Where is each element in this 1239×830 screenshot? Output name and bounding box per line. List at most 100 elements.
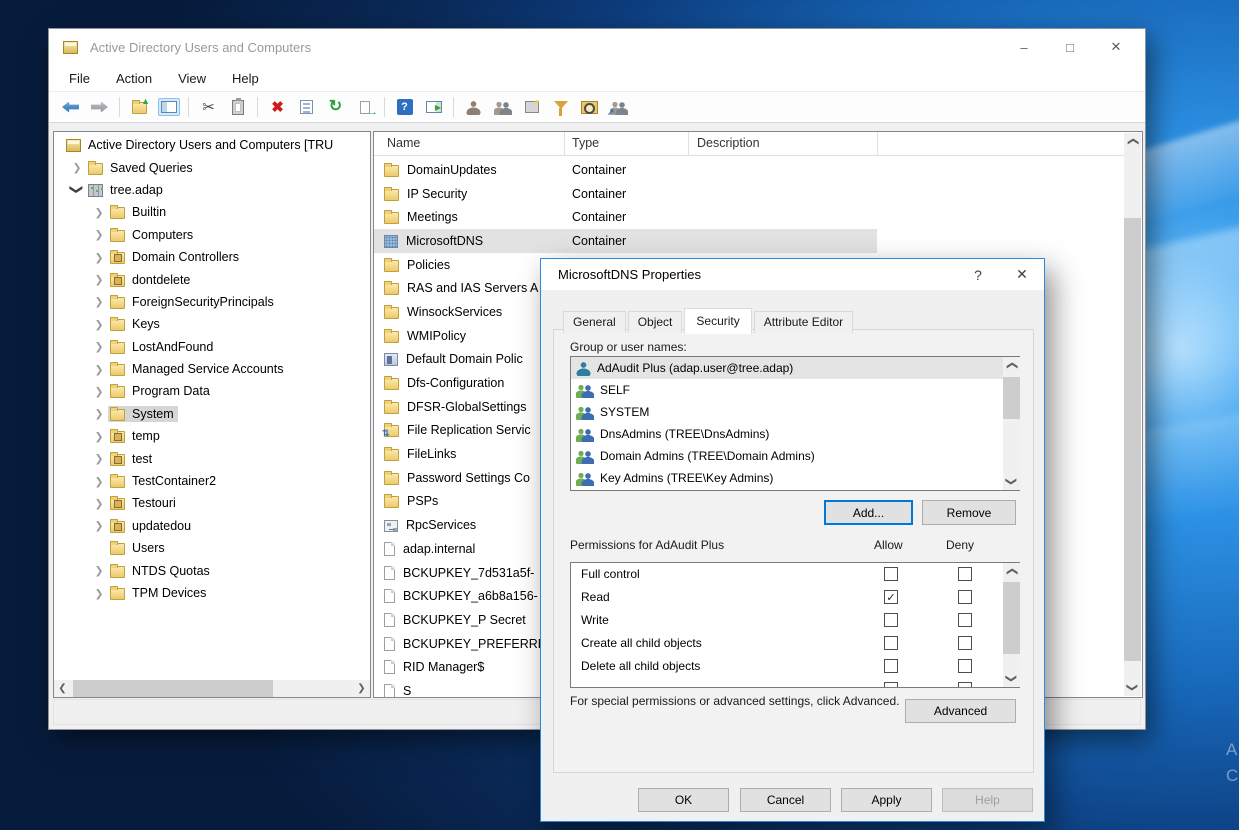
group-item-dnsadmins-tree-dnsadmins[interactable]: DnsAdmins (TREE\DnsAdmins)	[571, 423, 1003, 445]
tree-item-foreignsecurityprincipals[interactable]: ❯ForeignSecurityPrincipals	[54, 291, 370, 313]
menu-file[interactable]: File	[63, 68, 96, 89]
tree-item-updatedou[interactable]: ❯updatedou	[54, 515, 370, 537]
menu-action[interactable]: Action	[110, 68, 158, 89]
deny-checkbox[interactable]	[958, 636, 972, 650]
group-item-key-admins-tree-key-admins[interactable]: Key Admins (TREE\Key Admins)	[571, 467, 1003, 489]
delete-icon[interactable]: ✖	[264, 95, 291, 120]
scrollbar-thumb[interactable]	[73, 680, 273, 697]
tab-object[interactable]: Object	[628, 311, 683, 333]
permissions-scrollbar[interactable]: ❯ ❯	[1003, 563, 1020, 687]
tree-item-lostandfound[interactable]: ❯LostAndFound	[54, 336, 370, 358]
scroll-down-icon[interactable]: ❯	[1124, 679, 1141, 696]
remove-button[interactable]: Remove	[922, 500, 1016, 525]
list-row-ip-security[interactable]: IP SecurityContainer	[374, 182, 877, 206]
chevron-collapsed-icon[interactable]: ❯	[92, 588, 106, 598]
tree-item-managed-service-accounts[interactable]: ❯Managed Service Accounts	[54, 358, 370, 380]
up-level-icon[interactable]: ▲	[126, 95, 153, 120]
help-icon[interactable]: ?	[391, 95, 418, 120]
chevron-collapsed-icon[interactable]: ❯	[92, 319, 106, 329]
chevron-collapsed-icon[interactable]: ❯	[70, 162, 84, 172]
scroll-up-icon[interactable]: ❯	[1003, 357, 1020, 374]
tab-attribute-editor[interactable]: Attribute Editor	[754, 311, 853, 333]
find-icon[interactable]	[576, 95, 603, 120]
list-vertical-scrollbar[interactable]: ❯ ❯	[1124, 133, 1141, 696]
tree-item-users[interactable]: ❯Users	[54, 537, 370, 559]
filter-icon[interactable]	[547, 95, 574, 120]
column-name[interactable]: Name	[387, 136, 420, 150]
deny-checkbox[interactable]	[958, 590, 972, 604]
list-row-meetings[interactable]: MeetingsContainer	[374, 205, 877, 229]
tree-item-computers[interactable]: ❯Computers	[54, 224, 370, 246]
scroll-up-icon[interactable]: ❯	[1003, 563, 1020, 580]
tab-general[interactable]: General	[563, 311, 626, 333]
chevron-collapsed-icon[interactable]: ❯	[92, 431, 106, 441]
tree-item-testcontainer2[interactable]: ❯TestContainer2	[54, 470, 370, 492]
deny-checkbox[interactable]	[958, 613, 972, 627]
group-list-scrollbar[interactable]: ❯ ❯	[1003, 357, 1020, 490]
tree-horizontal-scrollbar[interactable]: ❮ ❯	[54, 680, 370, 697]
scrollbar-thumb[interactable]	[1003, 377, 1020, 419]
action-pane-icon[interactable]: ▶	[420, 95, 447, 120]
apply-button[interactable]: Apply	[841, 788, 932, 812]
group-item-adaudit-plus-adap-user-tree-adap[interactable]: AdAudit Plus (adap.user@tree.adap)	[571, 357, 1003, 379]
allow-checkbox[interactable]	[884, 567, 898, 581]
paste-icon[interactable]	[224, 95, 251, 120]
chevron-collapsed-icon[interactable]: ❯	[92, 342, 106, 352]
tree-item-ntds-quotas[interactable]: ❯NTDS Quotas	[54, 559, 370, 581]
tree-item-tpm-devices[interactable]: ❯TPM Devices	[54, 582, 370, 604]
titlebar[interactable]: Active Directory Users and Computers – □…	[49, 29, 1145, 65]
minimize-button[interactable]: –	[1001, 29, 1047, 65]
column-separator[interactable]	[564, 132, 565, 155]
deny-checkbox[interactable]	[958, 682, 972, 688]
cancel-button[interactable]: Cancel	[740, 788, 831, 812]
show-console-tree-icon[interactable]	[155, 95, 182, 120]
new-user-icon[interactable]	[460, 95, 487, 120]
new-ou-icon[interactable]	[518, 95, 545, 120]
maximize-button[interactable]: □	[1047, 29, 1093, 65]
scrollbar-thumb[interactable]	[1124, 218, 1141, 661]
tree-item-testouri[interactable]: ❯Testouri	[54, 492, 370, 514]
group-item-self[interactable]: SELF	[571, 379, 1003, 401]
scrollbar-thumb[interactable]	[1003, 582, 1020, 654]
properties-icon[interactable]	[293, 95, 320, 120]
chevron-collapsed-icon[interactable]: ❯	[92, 498, 106, 508]
column-type[interactable]: Type	[572, 136, 599, 150]
menu-help[interactable]: Help	[226, 68, 265, 89]
scroll-down-icon[interactable]: ❯	[1003, 473, 1020, 490]
back-icon[interactable]	[57, 95, 84, 120]
ok-button[interactable]: OK	[638, 788, 729, 812]
tree-item-dontdelete[interactable]: ❯dontdelete	[54, 268, 370, 290]
new-group-icon[interactable]	[489, 95, 516, 120]
tab-security[interactable]: Security	[684, 308, 751, 334]
tree-item-builtin[interactable]: ❯Builtin	[54, 201, 370, 223]
chevron-collapsed-icon[interactable]: ❯	[92, 565, 106, 575]
close-button[interactable]: ✕	[1093, 29, 1139, 65]
group-item-system[interactable]: SYSTEM	[571, 401, 1003, 423]
tree-item-temp[interactable]: ❯temp	[54, 425, 370, 447]
tree-item-saved-queries[interactable]: ❯Saved Queries	[54, 156, 370, 178]
deny-checkbox[interactable]	[958, 659, 972, 673]
chevron-collapsed-icon[interactable]: ❯	[92, 453, 106, 463]
scroll-left-icon[interactable]: ❮	[54, 683, 71, 694]
list-row-domainupdates[interactable]: DomainUpdatesContainer	[374, 158, 877, 182]
tree-item-active-directory-users-and-computers-tru[interactable]: Active Directory Users and Computers [TR…	[54, 134, 370, 156]
list-row-microsoftdns[interactable]: MicrosoftDNSContainer	[374, 229, 877, 253]
column-separator[interactable]	[877, 132, 878, 155]
tree-item-test[interactable]: ❯test	[54, 447, 370, 469]
chevron-collapsed-icon[interactable]: ❯	[92, 252, 106, 262]
allow-checkbox[interactable]	[884, 682, 898, 688]
tree-item-system[interactable]: ❯System	[54, 403, 370, 425]
add-to-group-icon[interactable]: ↗	[605, 95, 632, 120]
chevron-collapsed-icon[interactable]: ❯	[92, 230, 106, 240]
scroll-up-icon[interactable]: ❯	[1124, 133, 1141, 150]
chevron-collapsed-icon[interactable]: ❯	[92, 386, 106, 396]
chevron-collapsed-icon[interactable]: ❯	[92, 521, 106, 531]
dialog-close-button[interactable]: ✕	[1000, 259, 1044, 290]
export-list-icon[interactable]: →	[351, 95, 378, 120]
chevron-expanded-icon[interactable]: ❯	[71, 181, 84, 199]
allow-checkbox[interactable]	[884, 659, 898, 673]
chevron-collapsed-icon[interactable]: ❯	[92, 207, 106, 217]
tree-item-program-data[interactable]: ❯Program Data	[54, 380, 370, 402]
allow-checkbox[interactable]	[884, 613, 898, 627]
menu-view[interactable]: View	[172, 68, 212, 89]
